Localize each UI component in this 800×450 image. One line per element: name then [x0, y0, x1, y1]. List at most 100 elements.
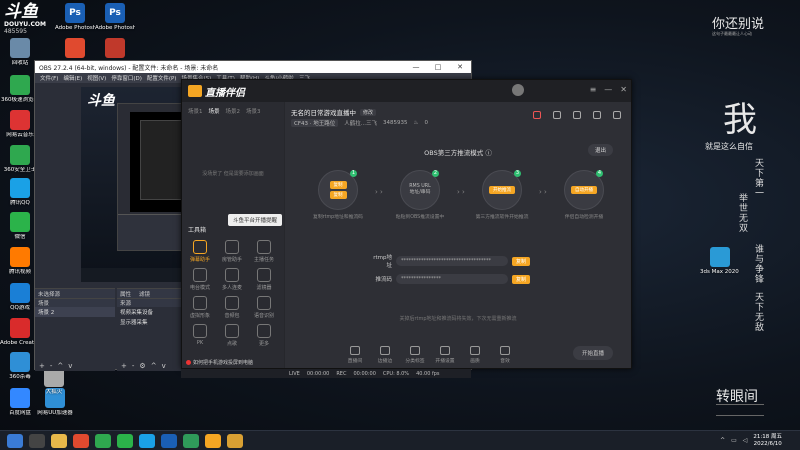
step-desc: 复制rtmp地址和推流码	[313, 215, 363, 220]
ps-icon[interactable]	[161, 433, 177, 448]
obs-titlebar[interactable]: OBS 27.2.4 (64-bit, windows) - 配置文件: 未命名…	[35, 61, 471, 73]
scene-tab[interactable]: 场景1	[188, 107, 203, 115]
copy-rtmp-button[interactable]: 复制	[512, 256, 531, 266]
obs-menu-item[interactable]: 视图(V)	[87, 74, 106, 82]
remove-source-button[interactable]: -	[132, 362, 135, 370]
clock[interactable]: 21:18 周五 2022/6/10	[753, 434, 782, 448]
stream-key-field[interactable]: ****************	[396, 274, 508, 284]
tool-item[interactable]: 语音识别	[248, 296, 280, 319]
wechat-icon[interactable]	[117, 433, 133, 448]
volume-icon[interactable]: ◁	[743, 437, 748, 444]
tool-item[interactable]: 房管助手	[216, 240, 248, 263]
scene-item[interactable]: 场景 2	[35, 307, 115, 317]
scene-tab[interactable]: 场景	[209, 107, 220, 115]
start-live-button[interactable]: 开始直播	[572, 346, 613, 360]
move-up-button[interactable]: ^	[57, 362, 63, 370]
step-label: 复制	[329, 181, 347, 189]
tool-item[interactable]: 弹幕助手	[184, 240, 216, 263]
close-icon[interactable]: ✕	[620, 85, 627, 94]
tool-item[interactable]: 点歌	[216, 324, 248, 347]
notice[interactable]: 如何把手机游戏投屏到电脑	[182, 359, 284, 366]
desktop-icon[interactable]: Ps Adobe Photosh...	[55, 3, 95, 32]
app-icon	[10, 110, 30, 130]
close-icon[interactable]: ✕	[449, 63, 471, 71]
edit-title-button[interactable]: 修改	[360, 108, 377, 116]
remove-scene-button[interactable]: -	[50, 362, 53, 370]
maximize-icon[interactable]: □	[427, 63, 449, 71]
obs-menu-item[interactable]: 编辑(E)	[63, 74, 82, 82]
exit-mode-button[interactable]: 退出	[587, 144, 613, 156]
tool-label: 多人连麦	[221, 285, 242, 291]
obs-menu-item[interactable]: 配置文件(P)	[147, 74, 177, 82]
gift-icon[interactable]	[533, 111, 541, 119]
message-icon[interactable]	[573, 111, 581, 119]
tool-label: 虚拟形象	[189, 313, 210, 319]
avatar[interactable]	[512, 84, 524, 96]
filters-button[interactable]: 滤镜	[139, 290, 150, 298]
tool-item[interactable]: 主播任务	[248, 240, 280, 263]
search-icon[interactable]	[29, 433, 45, 448]
app2-icon[interactable]	[227, 433, 243, 448]
rtmp-field[interactable]: ************************************	[396, 256, 508, 266]
move-down-button[interactable]: v	[162, 362, 166, 370]
zhibo-main: 无名的日常游戏直播中 修改 CF43 · 地王路位 人鹤拉...三飞 34859…	[285, 102, 631, 368]
app-icon	[10, 178, 30, 198]
obs-menu-item[interactable]: 文件(F)	[40, 74, 58, 82]
scenes-panel: 未选择源 场景 场景 2 + - ^ v	[35, 288, 115, 371]
bottom-tool[interactable]: 边播边	[370, 346, 400, 364]
sources-panel: 属性 滤镜 来源 视频采集设备 显示器采集 + - ⚙ ^ v	[117, 288, 187, 371]
bottom-tool[interactable]: 直播间	[340, 346, 370, 364]
bell-icon[interactable]	[593, 111, 601, 119]
zhibo-titlebar[interactable]: 直播伴侣 ≡ — ✕	[182, 80, 631, 102]
scenes-header: 场景	[35, 298, 115, 307]
bottom-tool[interactable]: 音效	[490, 346, 520, 364]
tool-item[interactable]: 音频包	[216, 296, 248, 319]
desktop-icon[interactable]: Ps Adobe Photosh...	[95, 3, 135, 32]
add-scene-button[interactable]: +	[39, 362, 45, 370]
network-icon[interactable]: ▭	[731, 437, 737, 444]
properties-button[interactable]: 属性	[120, 290, 131, 298]
bottom-tool[interactable]: 开播设置	[430, 346, 460, 364]
g-icon[interactable]	[183, 433, 199, 448]
share-icon[interactable]	[613, 111, 621, 119]
step-circle: 1 复制 复制	[318, 170, 358, 210]
add-source-button[interactable]: +	[121, 362, 127, 370]
tool-item[interactable]: 电台模式	[184, 268, 216, 291]
obs-menu-item[interactable]: 停靠窗口(D)	[111, 74, 142, 82]
chevron-up-icon[interactable]: ^	[720, 437, 725, 444]
zhibo-icon[interactable]	[205, 433, 221, 448]
tool-item[interactable]: PK	[184, 324, 216, 347]
move-down-button[interactable]: v	[68, 362, 72, 370]
scene-tab[interactable]: 场景3	[246, 107, 261, 115]
qq-icon[interactable]	[139, 433, 155, 448]
tool-item[interactable]: 滤镜器	[248, 268, 280, 291]
desktop-icon-3dsmax[interactable]: 3ds Max 2020 - S...	[700, 247, 740, 276]
tool-item[interactable]: 更多	[248, 324, 280, 347]
source-item[interactable]: 显示器采集	[117, 317, 187, 327]
tool-item[interactable]: 虚拟形象	[184, 296, 216, 319]
gear-icon[interactable]: ⚙	[139, 362, 145, 370]
lock-icon[interactable]	[553, 111, 561, 119]
start-icon[interactable]	[7, 433, 23, 448]
360-icon[interactable]	[95, 433, 111, 448]
bottom-tool[interactable]: 画质	[460, 346, 490, 364]
chrome-icon[interactable]	[73, 433, 89, 448]
tool-item[interactable]: 多人连麦	[216, 268, 248, 291]
arrow-icon: › ›	[457, 188, 465, 196]
alert-icon	[186, 360, 191, 365]
category-tag[interactable]: CF43 · 地王路位	[291, 119, 339, 127]
folder-icon[interactable]	[51, 433, 67, 448]
minimize-icon[interactable]: —	[604, 85, 612, 94]
source-item[interactable]: 视频采集设备	[117, 307, 187, 317]
tool-icon	[225, 268, 239, 282]
copy-key-button[interactable]: 复制	[512, 274, 531, 284]
desktop-icon[interactable]: 大狐火	[34, 367, 74, 396]
move-up-button[interactable]: ^	[151, 362, 157, 370]
help-icon[interactable]: ⓘ	[485, 149, 492, 157]
bottom-tool[interactable]: 分类标签	[400, 346, 430, 364]
step-desc: 第三方推流软件开始推流	[475, 215, 529, 220]
minimize-icon[interactable]: —	[405, 63, 427, 71]
menu-icon[interactable]: ≡	[590, 85, 597, 94]
scene-tab[interactable]: 场景2	[226, 107, 241, 115]
zhibo-window[interactable]: 直播伴侣 ≡ — ✕ 场景1 场景 场景2 场景3 没场景了 但是需要添加画面 斗鱼平…	[181, 79, 632, 369]
